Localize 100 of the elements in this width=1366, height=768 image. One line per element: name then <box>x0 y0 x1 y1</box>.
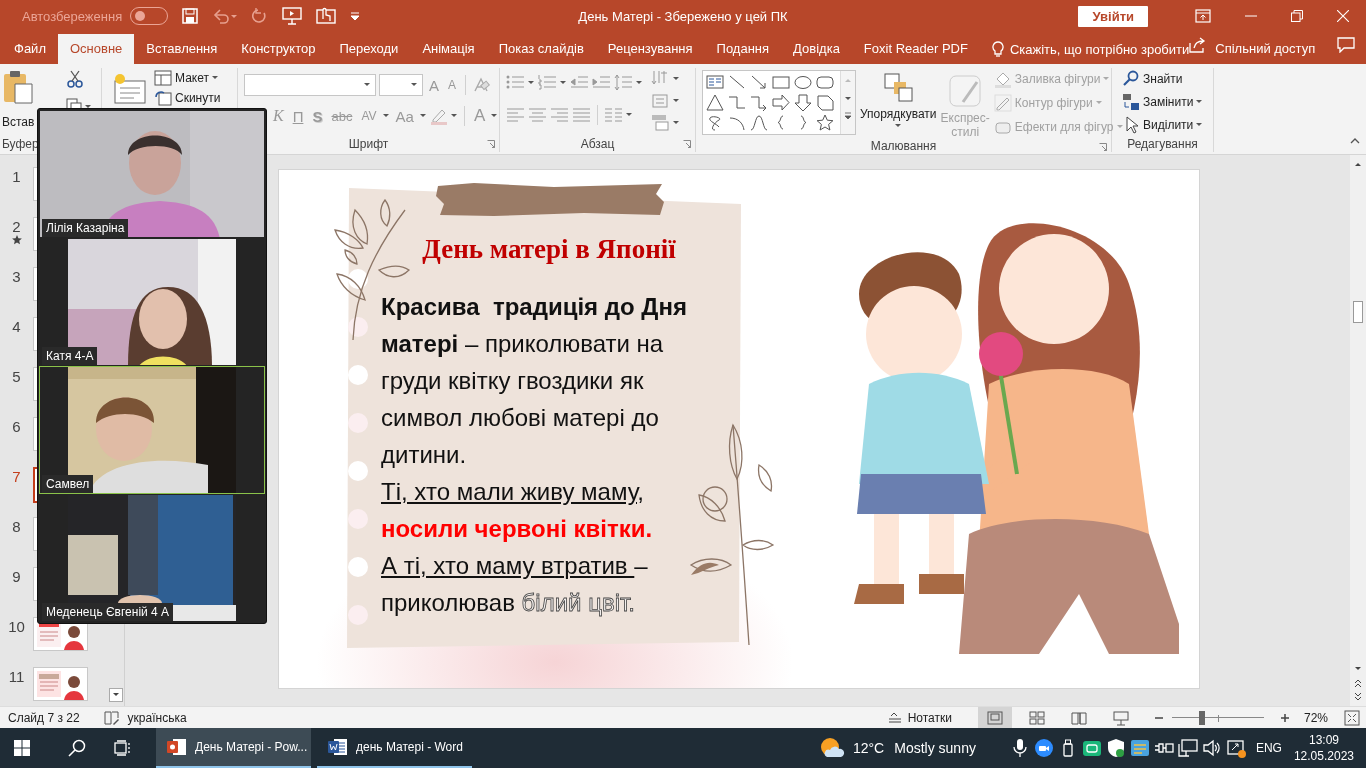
lightbulb-icon[interactable] <box>991 40 1004 58</box>
caret-icon[interactable] <box>411 83 418 87</box>
caret-icon[interactable] <box>528 80 535 85</box>
editing-command[interactable]: Виділити <box>1143 118 1194 132</box>
ribbon-tab[interactable]: Конструктор <box>229 34 328 64</box>
caret-icon[interactable] <box>1196 100 1204 104</box>
video-tile[interactable]: Самвел <box>39 366 265 494</box>
dialog-launcher-icon[interactable] <box>683 140 691 148</box>
caret-icon[interactable] <box>211 76 219 80</box>
video-meeting-icon[interactable] <box>1033 738 1054 758</box>
search-icon[interactable] <box>68 739 86 757</box>
ribbon-tab[interactable]: Основне <box>57 34 135 64</box>
windows-start-icon[interactable] <box>14 740 30 756</box>
input-language[interactable]: ENG <box>1255 741 1282 755</box>
view-button[interactable] <box>977 707 1012 728</box>
taskbar-app[interactable]: День Матері - Pow... <box>156 728 311 768</box>
caret-icon[interactable] <box>560 80 567 85</box>
search-icon[interactable] <box>1122 70 1140 88</box>
replace-icon[interactable] <box>1122 93 1140 111</box>
zoom-in-icon[interactable] <box>1279 712 1290 723</box>
ribbon-tab[interactable]: Рецензування <box>595 34 705 64</box>
caret-icon[interactable] <box>491 114 499 118</box>
shape-gallery[interactable] <box>702 70 856 135</box>
arrange-button[interactable]: Упорядкувати <box>860 107 937 121</box>
ribbon-tab[interactable]: Довідка <box>781 34 852 64</box>
cut-icon[interactable] <box>66 70 85 88</box>
arc-icon[interactable] <box>728 114 746 131</box>
paste-icon[interactable] <box>3 70 34 104</box>
ribbon-tab[interactable]: Переходи <box>327 34 411 64</box>
zoom-level[interactable]: 72% <box>1303 710 1328 725</box>
caret-icon[interactable] <box>673 120 680 125</box>
dialog-launcher-icon[interactable] <box>487 140 495 148</box>
callout-icon[interactable] <box>816 94 834 111</box>
down-arrow-icon[interactable] <box>794 94 812 111</box>
caret-icon[interactable] <box>636 80 643 85</box>
app-tray-icon[interactable] <box>1129 738 1150 758</box>
screen-sharing-icon[interactable] <box>1225 738 1246 758</box>
ribbon-display-icon[interactable] <box>1195 9 1211 23</box>
spelling-icon[interactable] <box>103 710 120 725</box>
language-button[interactable]: українська <box>127 710 187 725</box>
dialog-launcher-icon[interactable] <box>1099 143 1107 151</box>
temperature[interactable]: 12°C <box>852 740 885 756</box>
app-tray-icon[interactable] <box>1081 738 1102 758</box>
clock-time[interactable]: 13:09 <box>1308 732 1339 748</box>
caret-icon[interactable] <box>419 114 427 118</box>
weather-icon[interactable] <box>818 737 845 759</box>
sign-in-button[interactable]: Увійти <box>1078 5 1148 27</box>
save-icon[interactable] <box>182 8 199 24</box>
caret-icon[interactable] <box>450 114 458 118</box>
ellipse-icon[interactable] <box>794 74 812 91</box>
caret-icon[interactable] <box>673 98 680 103</box>
undo-icon[interactable] <box>212 8 239 24</box>
video-tile[interactable]: Катя 4-А <box>39 238 265 366</box>
shield-icon[interactable] <box>1105 738 1126 758</box>
ribbon-tab[interactable]: Вставлення <box>134 34 230 64</box>
ribbon-tab[interactable]: Файл <box>2 34 58 64</box>
right-arrow-icon[interactable] <box>772 94 790 111</box>
tell-me-search[interactable]: Скажіть, що потрібно зробити <box>1009 41 1190 57</box>
editing-command[interactable]: Замінити <box>1143 95 1194 109</box>
ribbon-tab[interactable]: Foxit Reader PDF <box>851 34 980 64</box>
network-icon[interactable] <box>1177 738 1198 758</box>
line-icon[interactable] <box>728 74 746 91</box>
scroll-down-icon[interactable] <box>109 688 123 702</box>
video-tile[interactable]: Лілія Казаріна <box>39 110 265 238</box>
paste-button[interactable]: Встав <box>2 115 35 129</box>
restore-icon[interactable] <box>1291 10 1303 22</box>
clock-date[interactable]: 12.05.2023 <box>1293 748 1354 764</box>
reset-button[interactable]: Скинути <box>175 91 221 105</box>
weather-condition[interactable]: Mostly sunny <box>894 740 976 756</box>
arrow-line-icon[interactable] <box>750 74 768 91</box>
caret-icon[interactable] <box>626 113 633 117</box>
font-name-field[interactable] <box>244 74 376 96</box>
star-icon[interactable] <box>816 114 834 131</box>
share-button[interactable]: Спільний доступ <box>1215 34 1316 64</box>
rounded-rectangle-icon[interactable] <box>816 74 834 91</box>
presentation-icon[interactable] <box>282 7 303 25</box>
ribbon-tab[interactable]: Показ слайдів <box>486 34 596 64</box>
font-size-field[interactable] <box>379 74 423 96</box>
caret-icon[interactable] <box>894 124 902 128</box>
comments-icon[interactable] <box>1337 36 1356 53</box>
customize-icon[interactable] <box>350 11 361 21</box>
layout-icon[interactable] <box>154 70 172 86</box>
collapse-ribbon-icon[interactable] <box>1350 138 1360 144</box>
redo-icon[interactable] <box>252 8 269 24</box>
touch-icon[interactable] <box>316 7 337 25</box>
curve-icon[interactable] <box>750 114 768 131</box>
caret-icon[interactable] <box>364 83 371 87</box>
editing-command[interactable]: Знайти <box>1143 72 1183 86</box>
triangle-icon[interactable] <box>706 94 724 111</box>
ribbon-tab[interactable]: Анімація <box>410 34 487 64</box>
ribbon-tab[interactable]: Подання <box>704 34 782 64</box>
fit-slide-icon[interactable] <box>1344 709 1360 726</box>
taskbar-app[interactable]: день Матері - Word <box>317 728 472 768</box>
reset-icon[interactable] <box>154 90 172 106</box>
caret-icon[interactable] <box>673 76 680 81</box>
increase-indent-icon[interactable] <box>592 74 611 91</box>
notes-button[interactable]: Нотатки <box>887 710 952 725</box>
layout-button[interactable]: Макет <box>175 71 209 85</box>
zoom-slider-thumb[interactable] <box>1199 710 1206 725</box>
volume-icon[interactable] <box>1201 738 1222 758</box>
